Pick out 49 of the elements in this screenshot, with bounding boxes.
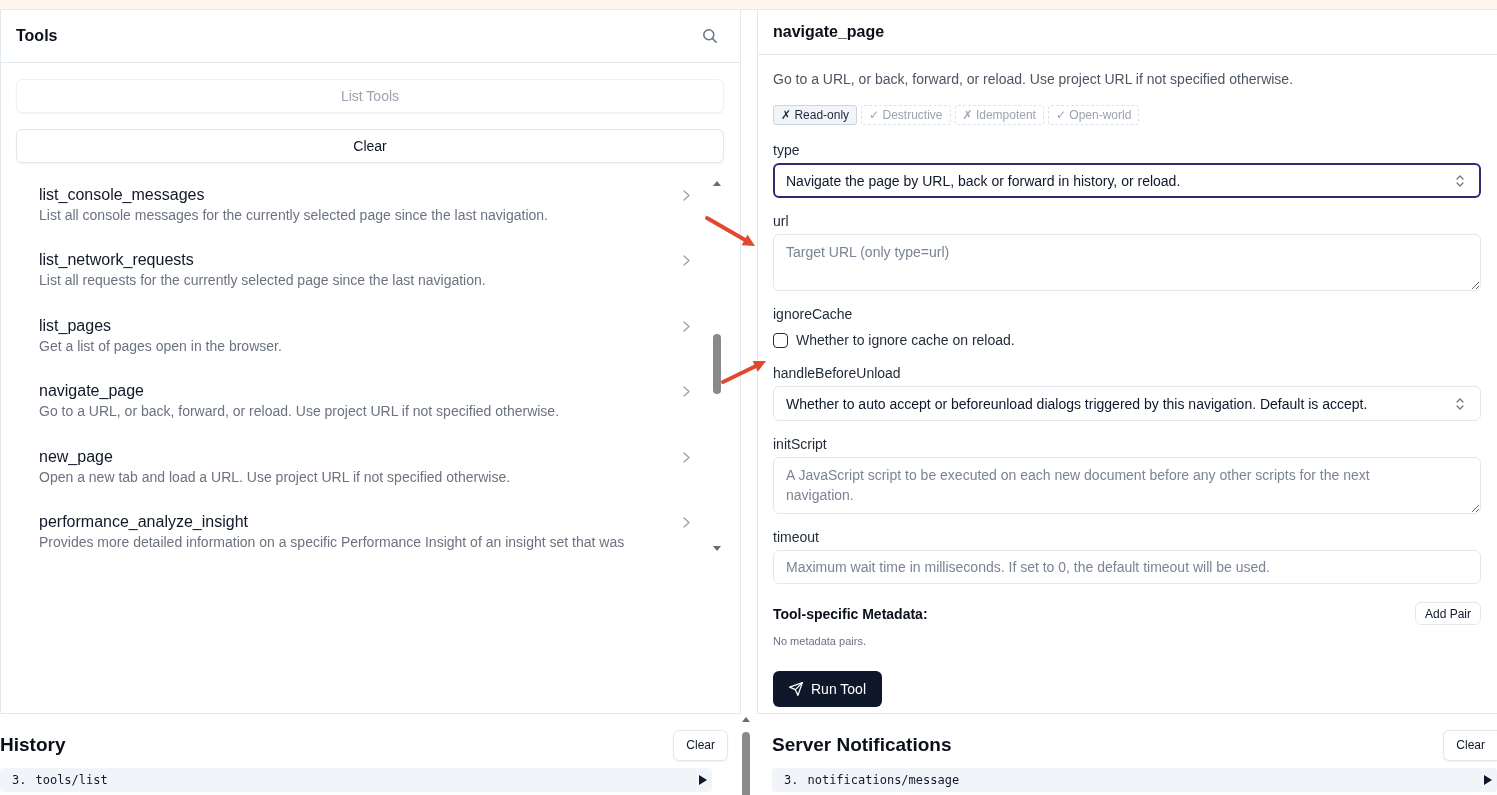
annotation-arrow [703,213,757,249]
panel-title: navigate_page [773,22,885,42]
checkbox[interactable] [773,332,788,348]
tool-list-item[interactable]: list_pages Get a list of pages open in the browser. [16,305,706,372]
search-icon[interactable] [703,29,717,43]
clear-button[interactable]: Clear [1443,729,1497,761]
section-title: History [0,733,66,757]
field-label: timeout [773,528,820,547]
chevron-right-icon [683,451,690,463]
tool-list-item[interactable]: new_page Open a new tab and load a URL. Use project URL if not specified otherwise. [16,436,706,502]
panel-title: Tools [16,26,58,46]
chevron-right-icon [683,386,690,398]
tool-list-item[interactable]: list_network_requests List all requests for the currently selected page since the last navigation. [16,240,706,306]
dropdown[interactable]: Navigate the page by URL, back or forward in history, or reload. [773,163,1481,198]
history-entry[interactable]: 3. tools/list [0,768,712,792]
tool-description: Go to a URL, or back, forward, or reload. Use project URL if not specified otherwise. [773,70,1295,89]
text-area[interactable]: A JavaScript script to be executed on each new document before any other scripts for the next navigation. [773,457,1481,514]
chevron-right-icon [683,255,690,267]
tool-list-item[interactable]: list_console_messages List all console messages for the currently selected page since the last navigation. [16,175,706,241]
empty-message: No metadata pairs. [773,634,867,649]
send-icon [789,682,803,696]
notification-entry[interactable]: 3. notifications/message [772,768,1497,792]
field-label: handleBeforeUnload [773,364,902,383]
checkbox-label: Whether to ignore cache on reload. [796,331,1015,350]
add-pair-button[interactable]: Add Pair [1414,602,1481,625]
annotation-tag: ✗ Read-only [773,105,858,125]
field-label: type [773,141,801,160]
input-field[interactable]: Maximum wait time in milliseconds. If set to 0, the default timeout will be used. [773,550,1481,584]
scrollbar[interactable] [712,179,722,553]
tool-list-item[interactable]: navigate_page Go to a URL, or back, forward, or reload. Use project URL if not specified otherwise. [16,371,706,437]
section-heading: Tool-specific Metadata: [773,604,928,624]
chevron-right-icon [683,190,690,201]
tool-list-item[interactable]: performance_analyze_insight Provides more detailed information on a specific Performance Insight of an insight set that was [16,501,706,556]
chevron-right-icon [683,516,690,528]
clear-button[interactable]: Clear [673,729,728,761]
chevron-up-down-icon [1456,397,1464,410]
section-title: Server Notifications [772,733,952,757]
annotation-tag: ✓ Open-world [1047,105,1140,125]
chevron-right-icon [683,320,690,332]
field-label: url [773,212,790,231]
chevron-up-down-icon [1456,174,1464,187]
dropdown[interactable]: Whether to auto accept or beforeunload dialogs triggered by this navigation. Default is accept. [773,386,1481,421]
annotation-tag: ✗ Idempotent [954,105,1044,125]
field-label: ignoreCache [773,305,854,324]
run-button[interactable]: Run Tool [773,671,882,707]
field-label: initScript [773,435,828,454]
text-area[interactable]: Target URL (only type=url) [773,234,1481,291]
annotation-tag: ✓ Destructive [861,105,951,125]
action-button[interactable]: Clear [16,129,724,163]
